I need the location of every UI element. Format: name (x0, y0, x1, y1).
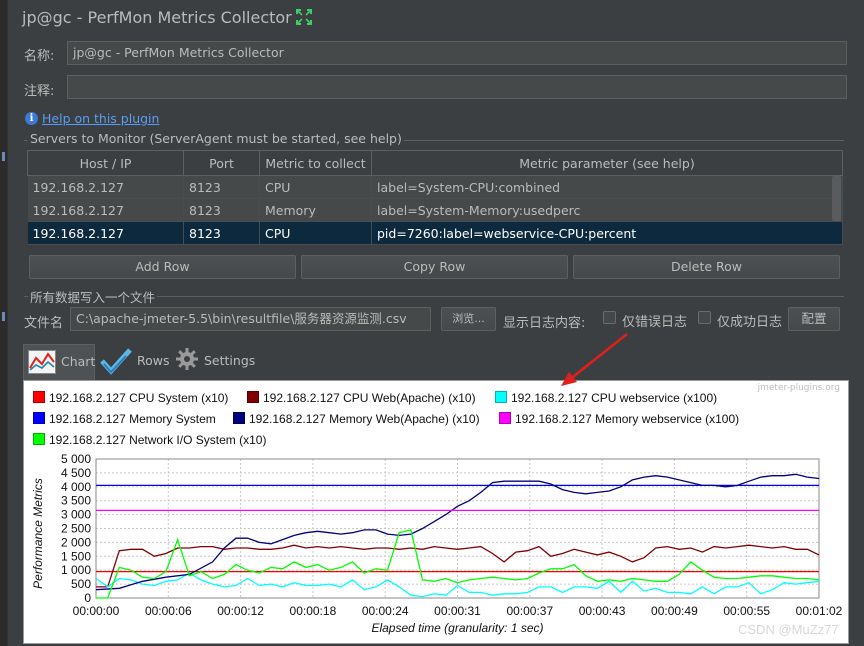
errors-only-checkbox[interactable] (603, 311, 616, 324)
cell-port[interactable]: 8123 (183, 175, 260, 199)
name-label: 名称: (24, 49, 55, 64)
servers-section-title: Servers to Monitor (ServerAgent must be … (28, 131, 404, 146)
file-section-title: 所有数据写入一个文件 (28, 287, 158, 306)
expand-icon[interactable] (295, 8, 313, 26)
tab-rows[interactable]: Rows (100, 344, 172, 380)
servers-table: Host / IP Port Metric to collect Metric … (27, 150, 843, 245)
x-tick-label: 00:00:55 (723, 604, 770, 618)
configure-button[interactable]: 配置 (788, 307, 840, 331)
checkmark-icon (100, 348, 132, 375)
table-row[interactable]: 192.168.2.127 8123 CPU label=System-CPU:… (27, 175, 843, 199)
cell-metric[interactable]: CPU (259, 175, 372, 199)
chart-icon (28, 350, 56, 374)
left-panel-edge (0, 0, 8, 646)
x-tick-label: 00:00:12 (217, 604, 264, 618)
x-tick-label: 00:00:31 (434, 604, 481, 618)
tab-settings-label: Settings (204, 353, 256, 368)
column-header-param[interactable]: Metric parameter (see help) (371, 150, 843, 176)
y-tick-label: 3 000 (61, 508, 91, 522)
edge-marker (2, 152, 5, 161)
cell-param[interactable]: label=System-Memory:usedperc (371, 198, 843, 222)
cell-metric[interactable]: Memory (259, 198, 372, 222)
x-tick-label: 00:00:49 (651, 604, 698, 618)
cell-port[interactable]: 8123 (183, 198, 260, 222)
cell-param[interactable]: pid=7260:label=webservice-CPU:percent (371, 221, 843, 245)
tab-chart[interactable]: Chart (23, 344, 95, 380)
y-tick-label: 2 000 (61, 535, 91, 549)
table-row-selected[interactable]: 192.168.2.127 8123 CPU pid=7260:label=we… (27, 221, 843, 245)
success-only-label: 仅成功日志 (717, 315, 783, 330)
annotation-arrow (561, 333, 628, 386)
x-tick-label: 00:00:24 (362, 604, 409, 618)
filename-field[interactable]: C:\apache-jmeter-5.5\bin\resultfile\服务器资… (70, 307, 431, 331)
cell-port[interactable]: 8123 (183, 221, 260, 245)
x-axis-label: Elapsed time (granularity: 1 sec) (371, 621, 543, 635)
copy-row-button[interactable]: Copy Row (301, 255, 568, 279)
gear-icon (176, 348, 198, 370)
column-header-port[interactable]: Port (183, 150, 260, 176)
x-tick-label: 00:00:43 (579, 604, 626, 618)
browse-button[interactable]: 浏览... (441, 307, 496, 331)
table-scrollbar[interactable] (832, 176, 841, 221)
x-tick-label: 00:00:06 (145, 604, 192, 618)
x-tick-label: 00:01:02 (796, 604, 843, 618)
chart-svg: 05001 0001 5002 0002 5003 0003 5004 0004… (31, 452, 843, 635)
tab-chart-label: Chart (61, 354, 96, 369)
tab-rows-label: Rows (137, 353, 170, 368)
y-tick-label: 4 500 (61, 466, 91, 480)
errors-only-label: 仅错误日志 (622, 315, 688, 330)
y-tick-label: 3 500 (61, 494, 91, 508)
x-tick-label: 00:00:00 (73, 604, 120, 618)
log-content-label: 显示日志内容: (503, 316, 586, 331)
column-header-metric[interactable]: Metric to collect (259, 150, 372, 176)
add-row-button[interactable]: Add Row (29, 255, 296, 279)
y-tick-label: 1 500 (61, 549, 91, 563)
cell-metric[interactable]: CPU (259, 221, 372, 245)
info-icon: i (25, 112, 38, 125)
cell-host[interactable]: 192.168.2.127 (27, 175, 184, 199)
cell-param[interactable]: label=System-CPU:combined (371, 175, 843, 199)
y-tick-label: 2 500 (61, 522, 91, 536)
window-title: jp@gc - PerfMon Metrics Collector (22, 8, 292, 27)
table-row[interactable]: 192.168.2.127 8123 Memory label=System-M… (27, 198, 843, 222)
y-tick-label: 5 000 (61, 452, 91, 466)
y-tick-label: 1 000 (61, 563, 91, 577)
name-field[interactable]: jp@gc - PerfMon Metrics Collector (67, 41, 847, 65)
y-tick-label: 0 (84, 591, 91, 605)
success-only-checkbox[interactable] (698, 311, 711, 324)
comment-field[interactable] (67, 75, 847, 99)
delete-row-button[interactable]: Delete Row (573, 255, 840, 279)
csdn-watermark: CSDN @MuZz77 (738, 622, 839, 637)
y-tick-label: 4 000 (61, 480, 91, 494)
edge-marker (2, 312, 5, 321)
y-tick-label: 500 (71, 577, 91, 591)
chart-panel: jmeter-plugins.org 192.168.2.127 CPU Sys… (23, 380, 849, 644)
filename-label: 文件名 (24, 316, 64, 331)
help-link[interactable]: Help on this plugin (42, 111, 159, 126)
tab-settings[interactable]: Settings (175, 344, 255, 380)
cell-host[interactable]: 192.168.2.127 (27, 221, 184, 245)
x-tick-label: 00:00:37 (506, 604, 553, 618)
table-header-row: Host / IP Port Metric to collect Metric … (27, 150, 843, 176)
x-tick-label: 00:00:18 (290, 604, 337, 618)
column-header-host[interactable]: Host / IP (27, 150, 184, 176)
comment-label: 注释: (24, 84, 55, 99)
cell-host[interactable]: 192.168.2.127 (27, 198, 184, 222)
y-axis-label: Performance Metrics (31, 478, 45, 589)
